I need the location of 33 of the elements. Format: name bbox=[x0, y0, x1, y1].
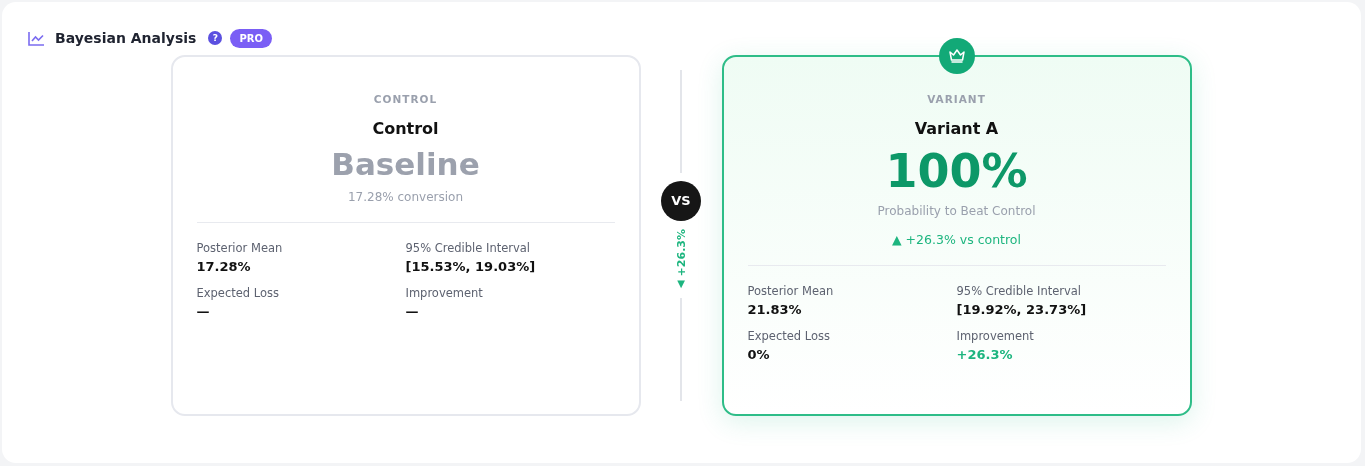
line-chart-icon bbox=[28, 30, 45, 46]
stat-label: Expected Loss bbox=[747, 329, 832, 343]
stat-label: 95% Credible Interval bbox=[956, 284, 1083, 298]
vs-badge: VS bbox=[661, 180, 701, 221]
stat-value: [15.53%, 19.03%] bbox=[405, 259, 537, 274]
stat-value: [19.92%, 23.73%] bbox=[956, 302, 1088, 317]
stat-value: 21.83% bbox=[747, 302, 803, 317]
stat-label: Expected Loss bbox=[196, 286, 281, 300]
card-eyebrow: VARIANT bbox=[927, 93, 986, 105]
lift-label: ▲ +26.3% vs control bbox=[892, 232, 1021, 247]
stat-label: Posterior Mean bbox=[196, 241, 284, 255]
stat-label: 95% Credible Interval bbox=[405, 241, 532, 255]
stat-value: +26.3% bbox=[956, 347, 1014, 362]
stat-label: Improvement bbox=[956, 329, 1035, 343]
stat-value: 17.28% bbox=[196, 259, 252, 274]
stat-value: 0% bbox=[747, 347, 771, 362]
card-caption: 17.28% conversion bbox=[347, 190, 464, 204]
stat-label: Posterior Mean bbox=[747, 284, 835, 298]
help-button[interactable]: ? bbox=[208, 31, 223, 45]
crown-icon bbox=[938, 38, 975, 74]
down-triangle-icon: ▼ bbox=[677, 278, 685, 291]
headline-value: Baseline bbox=[331, 145, 480, 184]
card-title: Control bbox=[372, 119, 439, 138]
stat-value: — bbox=[405, 304, 420, 319]
pro-badge: PRO bbox=[230, 28, 272, 48]
card-caption: Probability to Beat Control bbox=[877, 204, 1036, 218]
card-eyebrow: CONTROL bbox=[373, 93, 438, 105]
lift-label: +26.3% bbox=[674, 228, 688, 277]
stat-label: Improvement bbox=[405, 286, 484, 300]
headline-value: 100% bbox=[885, 144, 1028, 198]
card-title: Variant A bbox=[914, 119, 999, 138]
stat-value: — bbox=[196, 304, 211, 319]
section-title: Bayesian Analysis bbox=[55, 30, 197, 46]
